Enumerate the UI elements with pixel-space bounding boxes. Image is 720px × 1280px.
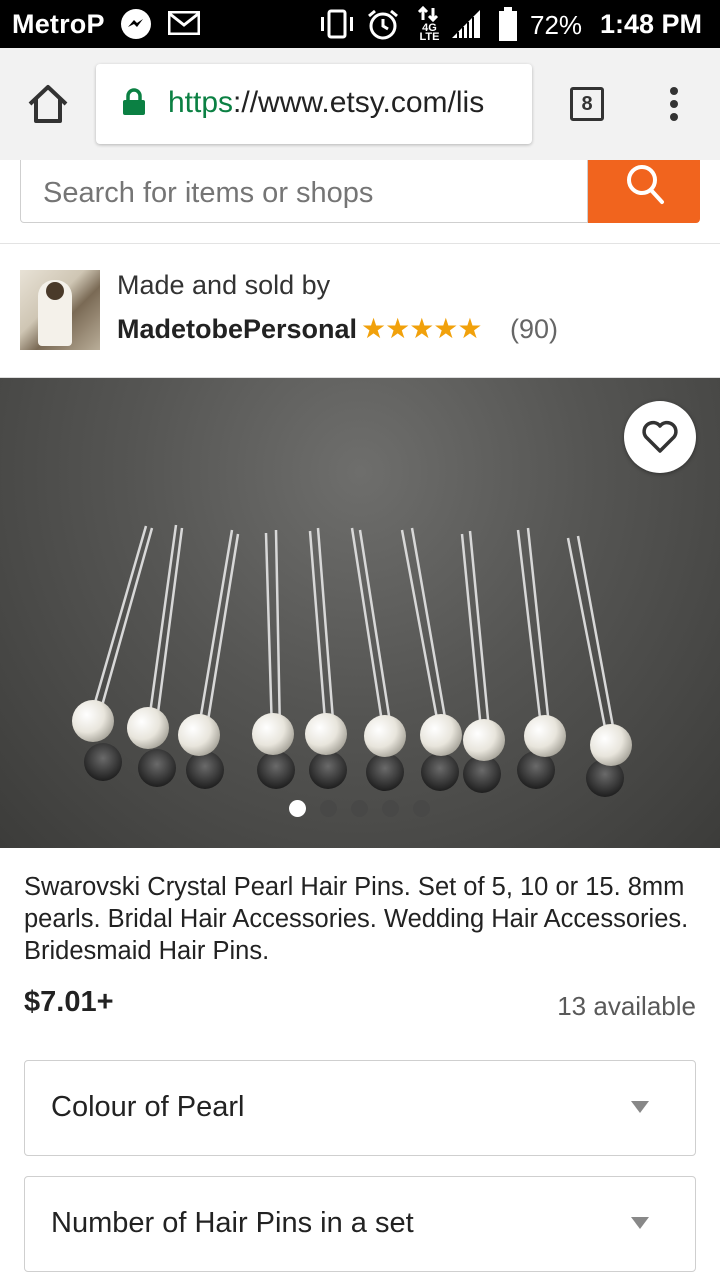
search-input[interactable] (20, 160, 588, 223)
more-vert-icon[interactable] (664, 86, 684, 126)
alarm-icon (366, 8, 400, 47)
url-bar[interactable]: https://www.etsy.com/lis (96, 64, 532, 144)
search-area (0, 160, 720, 244)
carousel-dot[interactable] (289, 800, 306, 817)
signal-icon (450, 8, 482, 45)
battery-percent: 72% (530, 10, 583, 40)
colour-of-pearl-select[interactable]: Colour of Pearl (24, 1060, 696, 1156)
shop-avatar[interactable] (20, 270, 100, 350)
messenger-icon (120, 8, 152, 45)
url-rest: ://www.etsy.com/lis (233, 86, 485, 119)
mail-icon (167, 10, 201, 40)
made-by-label: Made and sold by (117, 270, 331, 300)
carousel-dot[interactable] (382, 800, 399, 817)
clock: 1:48 PM (600, 9, 703, 39)
network-type: 4G LTE (419, 22, 440, 43)
search-button[interactable] (588, 160, 700, 223)
seller-info[interactable]: Made and sold by MadetobePersonal ★★★★★ … (0, 244, 720, 378)
product-image[interactable] (0, 378, 720, 848)
battery-icon (498, 6, 518, 47)
review-count[interactable]: (90) (510, 314, 558, 345)
hair-pins-image (72, 524, 632, 797)
shop-name-link[interactable]: MadetobePersonal (117, 314, 357, 345)
url-text: https://www.etsy.com/lis (168, 86, 484, 120)
heart-outline-icon (642, 420, 678, 453)
listing-price: $7.01+ (24, 986, 114, 1018)
carrier-name: MetroP (12, 9, 105, 39)
carousel-dot[interactable] (351, 800, 368, 817)
select-label: Number of Hair Pins in a set (51, 1207, 414, 1239)
home-icon[interactable] (26, 82, 70, 126)
favorite-button[interactable] (624, 401, 696, 473)
vibrate-icon (318, 8, 356, 45)
tab-switcher-button[interactable]: 8 (570, 87, 604, 121)
rating-stars: ★★★★★ (361, 313, 483, 344)
select-label: Colour of Pearl (51, 1091, 245, 1123)
number-of-pins-select[interactable]: Number of Hair Pins in a set (24, 1176, 696, 1272)
carousel-dot[interactable] (413, 800, 430, 817)
carousel-dot[interactable] (320, 800, 337, 817)
data-arrows-icon: 4G LTE (414, 5, 442, 47)
status-bar: MetroP 4G LTE 72% 1:48 PM (0, 0, 720, 48)
listing-title: Swarovski Crystal Pearl Hair Pins. Set o… (24, 873, 689, 965)
chevron-down-icon (631, 1217, 649, 1229)
url-scheme: https (168, 86, 234, 119)
availability-count: 13 available (557, 991, 696, 1021)
chevron-down-icon (631, 1101, 649, 1113)
lock-icon (122, 88, 146, 121)
search-icon (627, 165, 664, 204)
